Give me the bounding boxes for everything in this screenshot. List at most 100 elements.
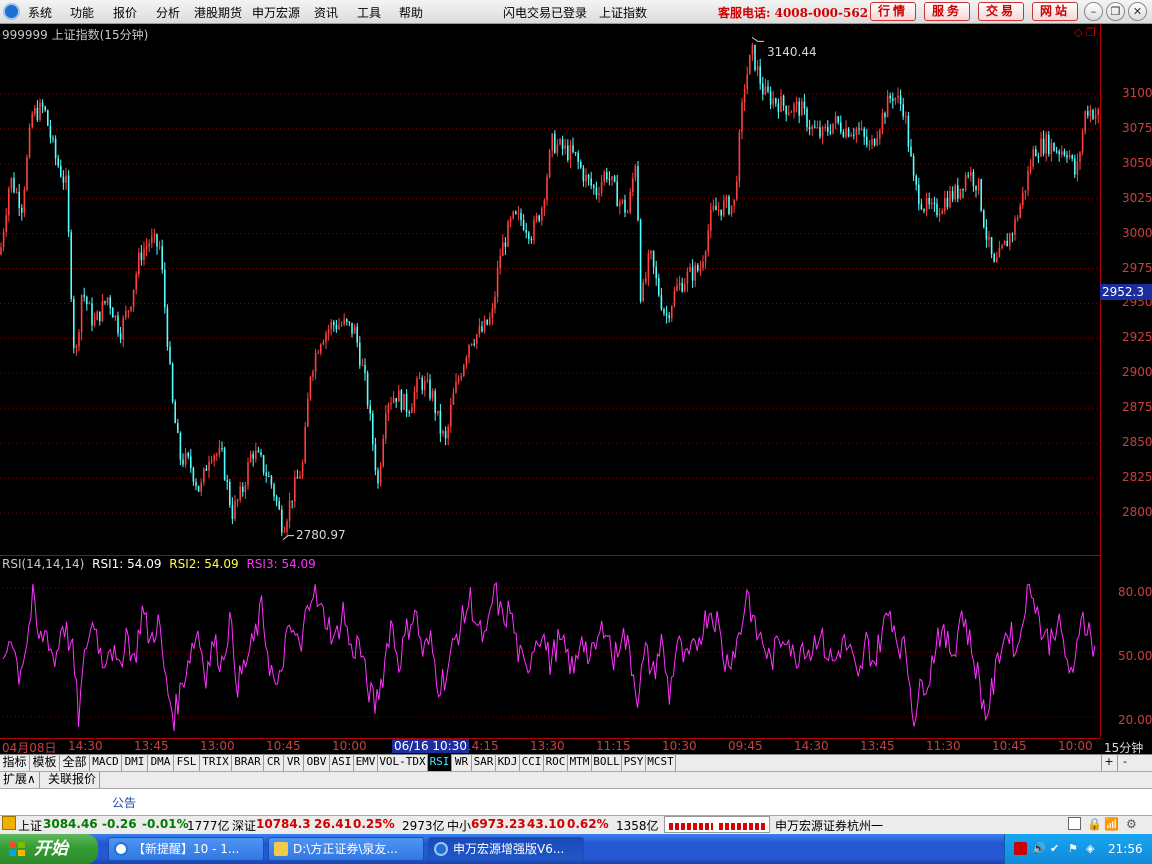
indicator-tab-mtm[interactable]: MTM [568,754,592,771]
rsi-params: RSI(14,14,14) [2,557,85,571]
menu-analysis[interactable]: 分析 [156,4,180,21]
menu-system[interactable]: 系统 [28,4,52,21]
candle-body [265,472,267,476]
candle-body [821,127,824,137]
candle-body [335,325,338,330]
volume-icon[interactable]: 🔊 [1032,842,1046,855]
candle-body [962,188,964,191]
candle-body [634,166,637,179]
minimize-icon[interactable]: – [1084,2,1103,21]
tray-flag-icon[interactable]: ⚑ [1068,842,1081,855]
indicator-tab-vol-tdx[interactable]: VOL-TDX [378,754,428,771]
candle-body [647,253,650,278]
indicator-tab-macd[interactable]: MACD [90,754,122,771]
candle-body [593,185,595,188]
indicator-tab-psy[interactable]: PSY [622,754,646,771]
settings-icon[interactable]: ⚙ [1126,817,1137,831]
rsi3-value: RSI3: 54.09 [246,557,316,571]
indicator-tab-obv[interactable]: OBV [304,754,330,771]
menu-hk-futures[interactable]: 港股期货 [194,4,242,21]
lock-icon[interactable]: 🔒 [1087,817,1102,831]
indicator-tab-boll[interactable]: BOLL [592,754,622,771]
indicator-tab-brar[interactable]: BRAR [232,754,264,771]
rsi-line [2,581,1096,732]
candle-body [153,234,156,237]
candle-body [164,269,166,308]
indicator-tab-asi[interactable]: ASI [330,754,354,771]
notice-label[interactable]: 公告 [112,794,136,811]
tray-shield-icon[interactable]: ◈ [1086,842,1099,855]
indicator-tab-fsl[interactable]: FSL [174,754,200,771]
service-button[interactable]: 服务 [924,2,970,21]
candle-body [249,453,252,463]
indicator-tab-mcst[interactable]: MCST [646,754,676,771]
indicator-tab-dmi[interactable]: DMI [122,754,148,771]
indicator-tab--[interactable]: 模板 [30,754,60,771]
indicator-tab-dma[interactable]: DMA [148,754,174,771]
task-browser[interactable]: 【新提醒】10 - 1... [108,837,264,861]
candle-body [829,131,832,134]
indicator-tab-cr[interactable]: CR [264,754,284,771]
network-icon[interactable]: ✔ [1050,842,1063,855]
menu-info[interactable]: 资讯 [314,4,338,21]
close-icon[interactable]: ✕ [1128,2,1147,21]
menu-quote[interactable]: 报价 [113,4,137,21]
menu-swhy[interactable]: 申万宏源 [252,4,300,21]
candle-body [1061,151,1063,155]
candle-body [143,248,145,261]
candle-body [1087,111,1089,116]
task-folder[interactable]: D:\方正证券\泉友... [268,837,424,861]
market-icon[interactable] [2,816,16,830]
rsi-tick-80: 80.00 [1118,585,1152,599]
tray-app-icon[interactable] [1014,842,1027,855]
indicator-tab--[interactable]: 全部 [60,754,90,771]
candle-body [871,138,873,145]
candle-body [910,146,912,157]
indicator-tab-roc[interactable]: ROC [544,754,568,771]
restore-icon[interactable]: ❐ [1106,2,1125,21]
price-chart[interactable] [0,24,1100,555]
website-button[interactable]: 网站 [1032,2,1078,21]
candle-body [1066,155,1068,158]
signal-icon[interactable]: 📶 [1104,817,1119,831]
indicator-tab-vr[interactable]: VR [284,754,304,771]
candle-body [257,450,260,453]
chart-toggle-icon[interactable]: ◇ ❐ [1074,26,1096,39]
indicator-tab-wr[interactable]: WR [452,754,472,771]
hotline-text: 客服电话: 4008-000-562 [718,6,869,20]
candle-body [174,402,176,424]
candle-body [1045,134,1047,154]
menu-function[interactable]: 功能 [70,4,94,21]
zoom-in-button[interactable]: + [1101,754,1116,771]
candle-body [291,500,293,502]
expand-tab[interactable]: 扩展∧ [0,771,40,788]
indicator-tab--[interactable]: 指标 [0,754,30,771]
candle-body [1001,245,1003,249]
indicator-tab-rsi[interactable]: RSI [428,754,452,771]
indicator-tab-trix[interactable]: TRIX [200,754,232,771]
indicator-tab-sar[interactable]: SAR [472,754,496,771]
menu-help[interactable]: 帮助 [399,4,423,21]
indicator-tab-emv[interactable]: EMV [354,754,378,771]
candle-body [645,277,647,283]
candle-body [993,254,995,262]
candle-body [226,479,228,482]
quote-button[interactable]: 行情 [870,2,916,21]
rsi-chart[interactable] [0,555,1100,738]
candle-body [1071,155,1073,159]
app-logo-icon[interactable] [3,3,20,20]
indicator-tab-cci[interactable]: CCI [520,754,544,771]
candle-body [450,404,452,427]
task-trading-app[interactable]: 申万宏源增强版V6... [428,837,584,861]
time-tick: 14:30 [794,739,829,753]
related-quote-tab[interactable]: 关联报价 [45,771,101,788]
menu-tools[interactable]: 工具 [357,4,381,21]
candle-body [517,212,520,214]
candle-body [886,95,889,118]
window-icon[interactable] [1068,817,1081,830]
zoom-out-button[interactable]: - [1117,754,1132,771]
indicator-tab-kdj[interactable]: KDJ [496,754,520,771]
trade-button[interactable]: 交易 [978,2,1024,21]
candle-body [1040,138,1042,157]
candle-body [668,315,670,319]
